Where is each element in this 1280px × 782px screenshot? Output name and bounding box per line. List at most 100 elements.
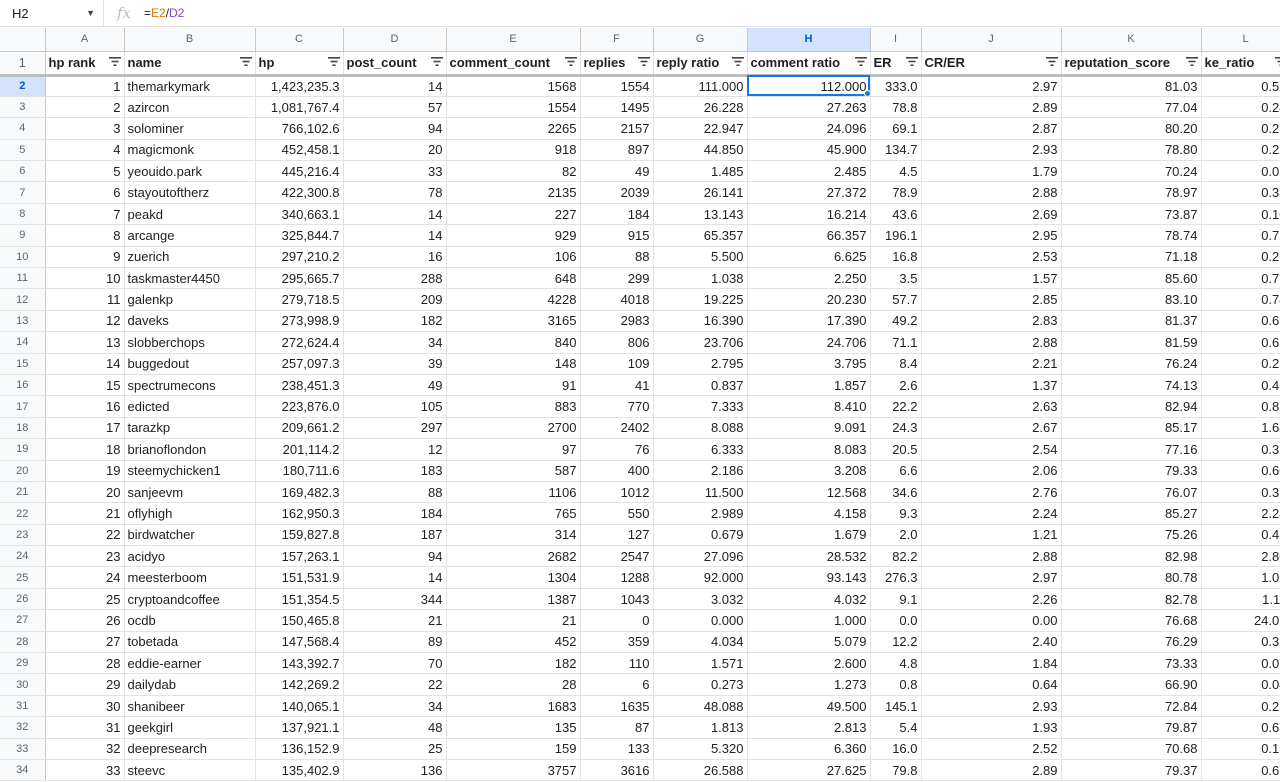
cell[interactable]: 136,152.9 (255, 738, 344, 761)
cell[interactable]: 79.8 (870, 759, 922, 782)
cell[interactable]: 0.679 (653, 524, 748, 547)
header-cell[interactable]: ER (870, 51, 922, 77)
cell[interactable]: 27.096 (653, 545, 748, 568)
cell[interactable]: 80.78 (1061, 566, 1202, 589)
cell[interactable]: 1304 (446, 566, 581, 589)
cell[interactable]: 3757 (446, 759, 581, 782)
cell[interactable]: 1.21 (921, 524, 1062, 547)
row-number[interactable]: 1 (0, 51, 46, 77)
cell[interactable]: 159,827.8 (255, 524, 344, 547)
header-cell[interactable]: name (124, 51, 256, 77)
cell[interactable]: 2.67 (921, 417, 1062, 440)
cell[interactable]: 27.625 (747, 759, 871, 782)
cell[interactable]: 314 (446, 524, 581, 547)
cell[interactable]: 4.158 (747, 502, 871, 525)
cell[interactable]: 12.2 (870, 631, 922, 654)
cell[interactable]: deepresearch (124, 738, 256, 761)
cell[interactable]: 279,718.5 (255, 288, 344, 311)
cell[interactable]: 23 (45, 545, 125, 568)
filter-icon[interactable] (905, 57, 918, 68)
cell[interactable]: 883 (446, 395, 581, 418)
cell[interactable]: 69.1 (870, 117, 922, 140)
cell[interactable]: 28 (446, 673, 581, 696)
cell[interactable]: 2.250 (747, 267, 871, 290)
cell[interactable]: galenkp (124, 288, 256, 311)
cell[interactable]: 0.69 (1201, 310, 1280, 333)
column-header-h[interactable]: H (747, 28, 871, 52)
cell[interactable]: 22.2 (870, 395, 922, 418)
cell[interactable]: 1106 (446, 481, 581, 504)
cell[interactable]: 918 (446, 139, 581, 162)
cell[interactable]: 4.034 (653, 631, 748, 654)
cell[interactable]: 2.88 (921, 331, 1062, 354)
cell[interactable]: 24.096 (747, 117, 871, 140)
cell[interactable]: 16.390 (653, 310, 748, 333)
cell[interactable]: 238,451.3 (255, 374, 344, 397)
cell[interactable]: 14 (343, 203, 447, 226)
column-header-e[interactable]: E (446, 28, 581, 52)
formula-input[interactable]: =E2/D2 (144, 6, 184, 20)
cell[interactable]: 0.8 (870, 673, 922, 696)
cell[interactable]: 2682 (446, 545, 581, 568)
cell[interactable]: 2.26 (921, 588, 1062, 611)
cell[interactable]: 929 (446, 224, 581, 247)
cell[interactable]: 85.17 (1061, 417, 1202, 440)
cell[interactable]: 2547 (580, 545, 654, 568)
cell[interactable]: 82 (446, 160, 581, 183)
cell[interactable]: 0.41 (1201, 524, 1280, 547)
cell[interactable]: 770 (580, 395, 654, 418)
cell[interactable]: 6 (580, 673, 654, 696)
cell[interactable]: 22 (45, 524, 125, 547)
cell[interactable]: 12 (343, 438, 447, 461)
cell[interactable]: magicmonk (124, 139, 256, 162)
cell[interactable]: 257,097.3 (255, 353, 344, 375)
cell[interactable]: 340,663.1 (255, 203, 344, 226)
cell[interactable]: 82.2 (870, 545, 922, 568)
cell[interactable]: 4228 (446, 288, 581, 311)
cell[interactable]: 71.1 (870, 331, 922, 354)
fill-handle[interactable] (863, 89, 869, 96)
cell[interactable]: 11 (45, 288, 125, 311)
cell[interactable]: 3 (45, 117, 125, 140)
column-header-c[interactable]: C (255, 28, 344, 52)
cell[interactable]: 1012 (580, 481, 654, 504)
cell[interactable]: 16.8 (870, 246, 922, 269)
cell[interactable]: 77.16 (1061, 438, 1202, 461)
cell[interactable]: 2.813 (747, 716, 871, 739)
cell[interactable]: 1.68 (1201, 417, 1280, 440)
cell[interactable]: 27 (45, 631, 125, 654)
cell[interactable]: 1.571 (653, 652, 748, 675)
row-number[interactable]: 32 (0, 716, 46, 739)
cell[interactable]: 143,392.7 (255, 652, 344, 675)
row-number[interactable]: 27 (0, 609, 46, 632)
cell[interactable]: 134.7 (870, 139, 922, 162)
cell[interactable]: 14 (343, 566, 447, 589)
cell[interactable]: 0.33 (1201, 631, 1280, 654)
cell[interactable]: 2983 (580, 310, 654, 333)
cell[interactable]: 80.20 (1061, 117, 1202, 140)
cell[interactable]: azircon (124, 96, 256, 119)
cell[interactable]: 2157 (580, 117, 654, 140)
cell[interactable]: 180,711.6 (255, 460, 344, 482)
cell[interactable]: geekgirl (124, 716, 256, 739)
cell[interactable]: 1288 (580, 566, 654, 589)
cell[interactable]: 648 (446, 267, 581, 290)
cell[interactable]: 49.2 (870, 310, 922, 333)
cell[interactable]: 2.87 (921, 117, 1062, 140)
cell[interactable]: 15 (45, 374, 125, 397)
cell[interactable]: 1.813 (653, 716, 748, 739)
cell[interactable]: 1554 (446, 96, 581, 119)
column-header-d[interactable]: D (343, 28, 447, 52)
column-header-b[interactable]: B (124, 28, 256, 52)
cell[interactable]: 2.97 (921, 566, 1062, 589)
cell[interactable]: 7.333 (653, 395, 748, 418)
row-number[interactable]: 12 (0, 288, 46, 311)
cell[interactable]: 1.038 (653, 267, 748, 290)
row-number[interactable]: 16 (0, 374, 46, 397)
row-number[interactable]: 22 (0, 502, 46, 525)
cell[interactable]: 25 (45, 588, 125, 611)
cell[interactable]: 48 (343, 716, 447, 739)
cell[interactable]: 3165 (446, 310, 581, 333)
cell[interactable]: peakd (124, 203, 256, 226)
cell[interactable]: 1387 (446, 588, 581, 611)
